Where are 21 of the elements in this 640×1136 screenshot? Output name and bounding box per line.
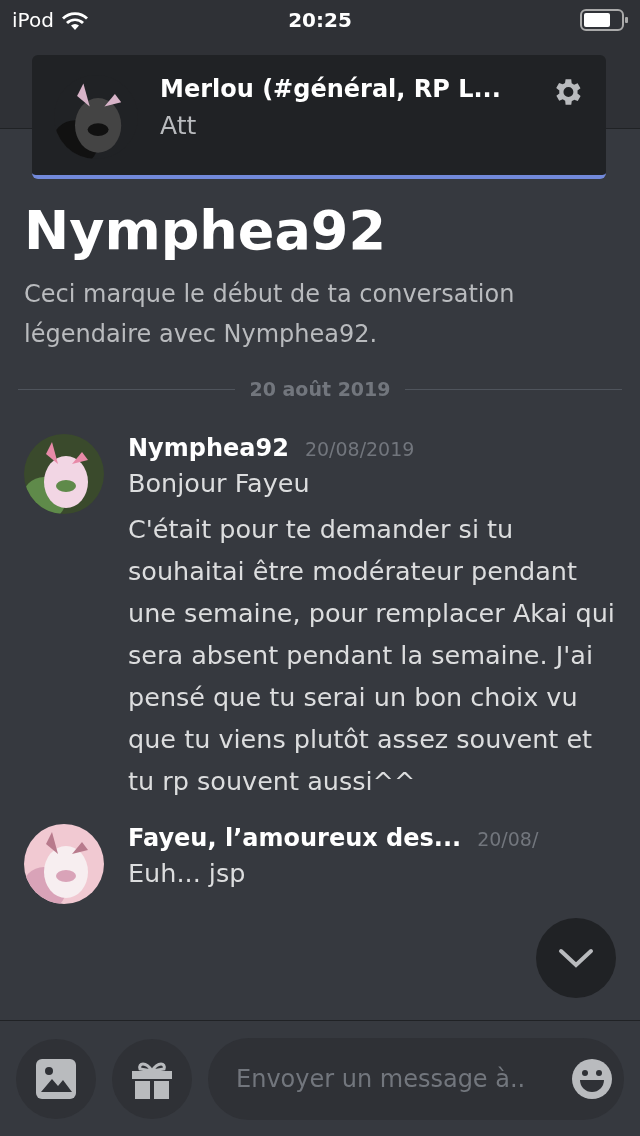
conversation-intro: Ceci marque le début de ta conversation légendaire avec Nymphea92.: [24, 279, 516, 350]
message-author[interactable]: Nymphea92: [128, 434, 289, 462]
wifi-icon: [61, 10, 88, 30]
carrier-name: iPod: [12, 8, 54, 32]
message-time: 20/08/2019: [304, 438, 415, 460]
smiley-icon[interactable]: [572, 1058, 612, 1099]
notification-title: Merlou (#général, RP L...: [160, 75, 502, 103]
date-divider: 20 août 2019: [249, 378, 391, 400]
message-input[interactable]: Envoyer un message à..: [208, 1037, 624, 1120]
message-author[interactable]: Fayeu, l’amoureux des...: [128, 824, 462, 852]
clock: 20:25: [288, 8, 352, 32]
message-text: C'était pour te demander si tu souhaitai être modérateur pendant une semaine, pour remplacer Akai qui sera absent pendant la semaine. J'ai pensé que tu serai un bon choix vu que tu viens plutôt assez souvent et tu rp souvent aussi^^: [128, 513, 616, 798]
message-time: 20/08/: [477, 828, 539, 850]
message-text: Bonjour Fayeu: [128, 467, 311, 500]
notification-banner[interactable]: Merlou (#général, RP L... Att: [32, 55, 606, 179]
battery-icon: [580, 9, 628, 31]
conversation-title: Nymphea92: [24, 199, 387, 262]
notification-text: Att: [160, 111, 198, 140]
message-text: Euh... jsp: [128, 857, 247, 890]
chevron-down-icon: [558, 948, 594, 968]
image-icon: [36, 1058, 76, 1099]
